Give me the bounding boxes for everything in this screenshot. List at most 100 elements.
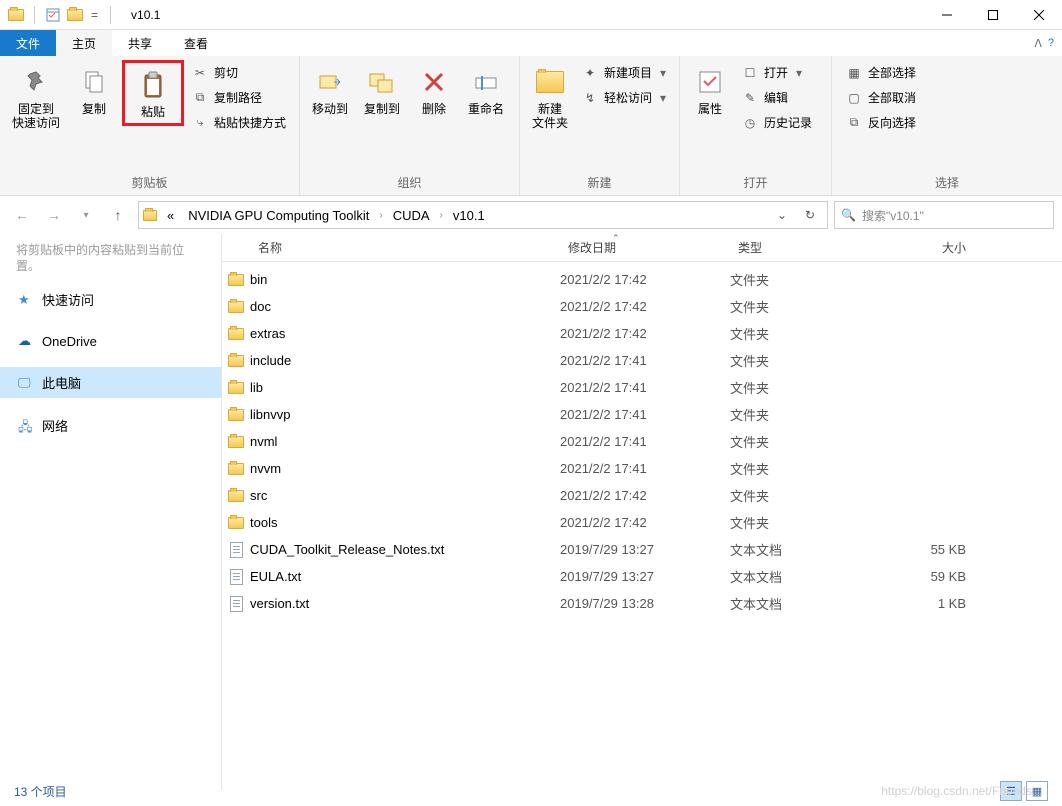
cut-button[interactable]: ✂剪切 xyxy=(188,62,290,83)
group-clipboard-label: 剪贴板 xyxy=(6,172,293,193)
nav-onedrive[interactable]: ☁ OneDrive xyxy=(0,327,221,355)
titlebar: = v10.1 xyxy=(0,0,1062,30)
delete-button[interactable]: 删除 xyxy=(410,60,458,120)
file-name: libnvvp xyxy=(250,407,560,422)
refresh-button[interactable]: ↻ xyxy=(797,202,823,228)
file-type: 文件夹 xyxy=(730,486,850,505)
file-date: 2019/7/29 13:27 xyxy=(560,569,730,584)
file-row[interactable]: tools2021/2/2 17:42文件夹 xyxy=(222,509,1062,536)
qat-overflow-label[interactable]: = xyxy=(89,8,100,22)
breadcrumb-cuda[interactable]: CUDA xyxy=(387,203,436,227)
view-icons-button[interactable]: ▦ xyxy=(1026,781,1048,801)
properties-button[interactable]: 属性 xyxy=(686,60,734,120)
chevron-right-icon[interactable]: › xyxy=(438,210,445,221)
history-button[interactable]: ◷历史记录 xyxy=(738,112,816,133)
breadcrumb-nvidia[interactable]: NVIDIA GPU Computing Toolkit xyxy=(182,203,375,227)
nav-this-pc[interactable]: 🖵 此电脑 xyxy=(0,367,221,398)
breadcrumb-v10-1[interactable]: v10.1 xyxy=(447,203,491,227)
pin-to-quick-access-button[interactable]: 固定到 快速访问 xyxy=(6,60,66,134)
search-icon: 🔍 xyxy=(841,208,856,222)
open-button[interactable]: ☐打开▾ xyxy=(738,62,816,83)
copy-path-icon: ⧉ xyxy=(192,90,208,106)
edit-button[interactable]: ✎编辑 xyxy=(738,87,816,108)
file-row[interactable]: nvml2021/2/2 17:41文件夹 xyxy=(222,428,1062,455)
column-date[interactable]: 修改日期 xyxy=(560,234,730,261)
close-button[interactable] xyxy=(1016,0,1062,30)
search-input[interactable]: 🔍 搜索"v10.1" xyxy=(834,201,1054,229)
file-date: 2021/2/2 17:42 xyxy=(560,488,730,503)
cloud-icon: ☁ xyxy=(18,333,34,349)
file-size: 59 KB xyxy=(850,569,966,584)
minimize-button[interactable] xyxy=(924,0,970,30)
nav-forward-button[interactable]: → xyxy=(40,201,68,229)
select-all-button[interactable]: ▦全部选择 xyxy=(842,62,920,83)
address-dropdown-button[interactable]: ⌄ xyxy=(769,202,795,228)
ribbon-collapse-icon[interactable]: ᐱ xyxy=(1034,37,1042,50)
maximize-button[interactable] xyxy=(970,0,1016,30)
address-bar[interactable]: « NVIDIA GPU Computing Toolkit › CUDA › … xyxy=(138,201,828,229)
nav-recent-dropdown[interactable]: ▾ xyxy=(72,201,100,229)
file-type: 文件夹 xyxy=(730,405,850,424)
rename-button[interactable]: 重命名 xyxy=(462,60,510,120)
invert-selection-button[interactable]: ⧉反向选择 xyxy=(842,112,920,133)
file-type: 文件夹 xyxy=(730,297,850,316)
column-type[interactable]: 类型 xyxy=(730,234,850,261)
nav-up-button[interactable]: ↑ xyxy=(104,201,132,229)
scissors-icon: ✂ xyxy=(192,65,208,81)
file-row[interactable]: bin2021/2/2 17:42文件夹 xyxy=(222,266,1062,293)
paste-button[interactable]: 粘贴 xyxy=(129,65,177,121)
file-row[interactable]: version.txt2019/7/29 13:28文本文档1 KB xyxy=(222,590,1062,617)
copy-button[interactable]: 复制 xyxy=(70,60,118,120)
file-name: include xyxy=(250,353,560,368)
file-type: 文件夹 xyxy=(730,270,850,289)
copy-to-button[interactable]: 复制到 xyxy=(358,60,406,120)
file-row[interactable]: extras2021/2/2 17:42文件夹 xyxy=(222,320,1062,347)
file-row[interactable]: libnvvp2021/2/2 17:41文件夹 xyxy=(222,401,1062,428)
file-row[interactable]: CUDA_Toolkit_Release_Notes.txt2019/7/29 … xyxy=(222,536,1062,563)
ribbon: 固定到 快速访问 复制 粘贴 ✂剪切 ⧉复制路径 ⤷粘贴快捷方式 剪贴板 xyxy=(0,56,1062,196)
window-title: v10.1 xyxy=(131,8,160,22)
file-row[interactable]: src2021/2/2 17:42文件夹 xyxy=(222,482,1062,509)
file-row[interactable]: nvvm2021/2/2 17:41文件夹 xyxy=(222,455,1062,482)
nav-quick-access[interactable]: ★ 快速访问 xyxy=(0,284,221,315)
nav-back-button[interactable]: ← xyxy=(8,201,36,229)
tab-share[interactable]: 共享 xyxy=(112,30,168,56)
file-name: extras xyxy=(250,326,560,341)
file-row[interactable]: doc2021/2/2 17:42文件夹 xyxy=(222,293,1062,320)
column-name[interactable]: 名称 xyxy=(250,234,560,261)
file-date: 2019/7/29 13:28 xyxy=(560,596,730,611)
easy-access-button[interactable]: ↯轻松访问▾ xyxy=(578,87,670,108)
chevron-right-icon[interactable]: › xyxy=(377,210,384,221)
file-row[interactable]: include2021/2/2 17:41文件夹 xyxy=(222,347,1062,374)
text-file-icon xyxy=(230,542,243,558)
new-item-icon: ✦ xyxy=(582,65,598,81)
network-icon: 🖧 xyxy=(18,418,34,434)
file-name: tools xyxy=(250,515,560,530)
file-date: 2021/2/2 17:42 xyxy=(560,272,730,287)
new-folder-button[interactable]: 新建 文件夹 xyxy=(526,60,574,134)
ribbon-help-icon[interactable]: ? xyxy=(1048,37,1054,49)
star-icon: ★ xyxy=(18,292,34,308)
new-item-button[interactable]: ✦新建项目▾ xyxy=(578,62,670,83)
file-date: 2019/7/29 13:27 xyxy=(560,542,730,557)
file-name: lib xyxy=(250,380,560,395)
file-name: bin xyxy=(250,272,560,287)
copy-path-button[interactable]: ⧉复制路径 xyxy=(188,87,290,108)
tab-home[interactable]: 主页 xyxy=(56,30,112,56)
file-date: 2021/2/2 17:42 xyxy=(560,299,730,314)
column-size[interactable]: 大小 xyxy=(850,234,974,261)
qat-properties-icon[interactable] xyxy=(45,7,61,23)
tab-view[interactable]: 查看 xyxy=(168,30,224,56)
qat-folder-icon[interactable] xyxy=(67,7,83,23)
breadcrumb-overflow[interactable]: « xyxy=(161,203,180,227)
select-none-button[interactable]: ▢全部取消 xyxy=(842,87,920,108)
file-name: src xyxy=(250,488,560,503)
text-file-icon xyxy=(230,569,243,585)
view-details-button[interactable]: ☰ xyxy=(1000,781,1022,801)
file-row[interactable]: EULA.txt2019/7/29 13:27文本文档59 KB xyxy=(222,563,1062,590)
paste-shortcut-button[interactable]: ⤷粘贴快捷方式 xyxy=(188,112,290,133)
nav-network[interactable]: 🖧 网络 xyxy=(0,410,221,441)
file-row[interactable]: lib2021/2/2 17:41文件夹 xyxy=(222,374,1062,401)
move-to-button[interactable]: 移动到 xyxy=(306,60,354,120)
tab-file[interactable]: 文件 xyxy=(0,30,56,56)
